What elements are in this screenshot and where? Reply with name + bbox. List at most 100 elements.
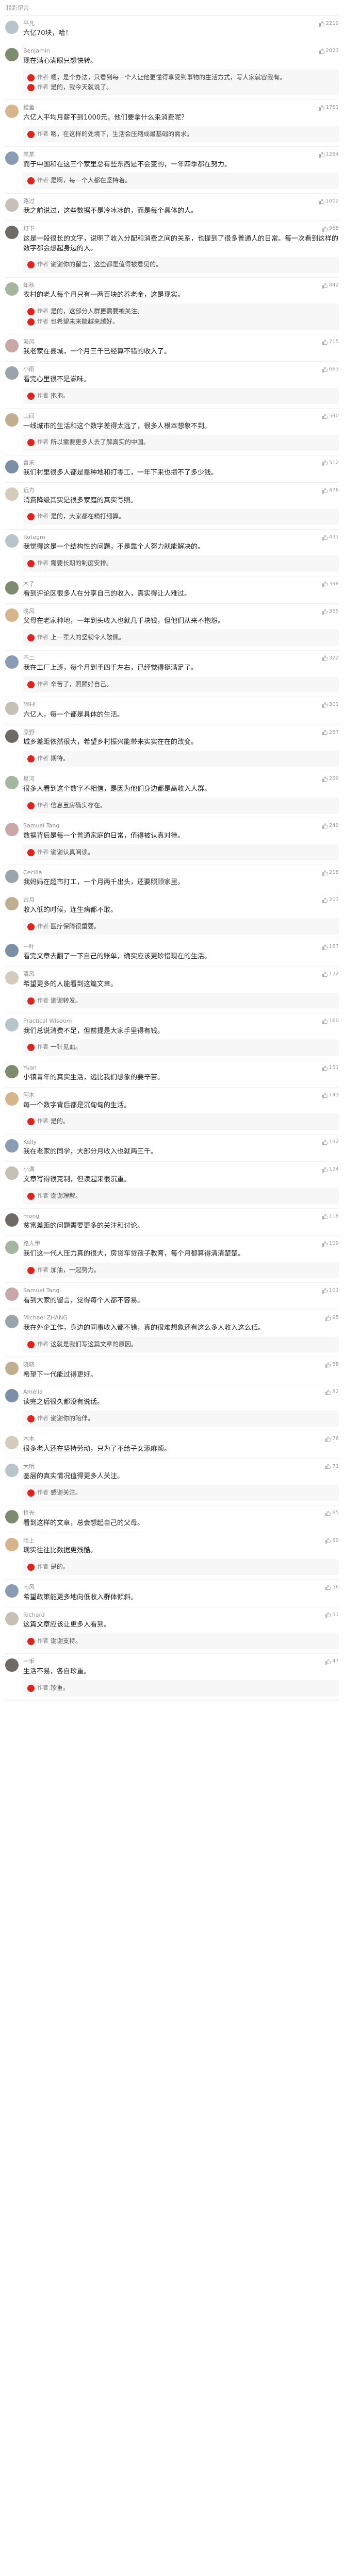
like-button[interactable]: 301 <box>322 701 339 709</box>
comment-username[interactable]: Richard <box>23 1612 45 1619</box>
user-avatar-icon[interactable] <box>5 971 19 985</box>
comment-username[interactable]: 一禾 <box>23 1658 35 1665</box>
reply-username[interactable]: 作者 <box>37 1414 48 1422</box>
user-avatar-icon[interactable] <box>5 413 19 427</box>
user-avatar-icon[interactable] <box>5 897 19 911</box>
like-button[interactable]: 398 <box>322 581 339 588</box>
comment-username[interactable]: 海风 <box>23 338 35 346</box>
user-avatar-icon[interactable] <box>5 1241 19 1255</box>
comment-username[interactable]: 知秋 <box>23 282 35 289</box>
comment-username[interactable]: Samuel Tang <box>23 1287 59 1294</box>
reply-username[interactable]: 作者 <box>37 559 48 567</box>
reply-username[interactable]: 作者 <box>37 754 48 762</box>
user-avatar-icon[interactable] <box>5 1213 19 1227</box>
like-button[interactable]: 663 <box>322 366 339 374</box>
user-avatar-icon[interactable] <box>5 581 19 595</box>
user-avatar-icon[interactable] <box>5 1510 19 1524</box>
comment-username[interactable]: 灯下 <box>23 225 35 232</box>
reply-username[interactable]: 作者 <box>37 1340 48 1348</box>
like-button[interactable]: 151 <box>322 1064 339 1072</box>
reply-username[interactable]: 作者 <box>37 83 48 91</box>
comment-username[interactable]: 古月 <box>23 896 35 904</box>
like-button[interactable]: 431 <box>322 534 339 541</box>
reply-username[interactable]: 作者 <box>37 633 48 641</box>
like-button[interactable]: 187 <box>322 943 339 951</box>
comment-username[interactable]: 小满 <box>23 1166 35 1173</box>
user-avatar-icon[interactable] <box>5 534 19 548</box>
like-button[interactable]: 143 <box>322 1092 339 1099</box>
comment-username[interactable]: 清风 <box>23 971 35 978</box>
user-avatar-icon[interactable] <box>5 702 19 716</box>
comment-username[interactable]: Benjamin <box>23 47 50 55</box>
like-button[interactable]: 76 <box>325 1435 339 1443</box>
user-avatar-icon[interactable] <box>5 608 19 622</box>
comment-username[interactable]: 阿木 <box>23 1092 35 1099</box>
like-button[interactable]: 322 <box>322 655 339 663</box>
like-button[interactable]: 124 <box>322 1166 339 1174</box>
reply-username[interactable]: 作者 <box>37 801 48 809</box>
comment-username[interactable]: Practical Wisdom <box>23 1018 72 1025</box>
comment-username[interactable]: 陌上 <box>23 1537 35 1545</box>
comment-username[interactable]: 某某 <box>23 151 35 158</box>
like-button[interactable]: 160 <box>322 1018 339 1025</box>
like-button[interactable]: 476 <box>322 487 339 495</box>
user-avatar-icon[interactable] <box>5 869 19 883</box>
user-avatar-icon[interactable] <box>5 1584 19 1598</box>
like-button[interactable]: 1002 <box>319 198 339 206</box>
user-avatar-icon[interactable] <box>5 1287 19 1301</box>
user-avatar-icon[interactable] <box>5 338 19 352</box>
like-button[interactable]: 47 <box>325 1658 339 1666</box>
user-avatar-icon[interactable] <box>5 1092 19 1106</box>
comment-username[interactable]: 一叶 <box>23 943 35 951</box>
user-avatar-icon[interactable] <box>5 1658 19 1672</box>
like-button[interactable]: 65 <box>325 1510 339 1517</box>
reply-username[interactable]: 作者 <box>37 1266 48 1274</box>
comment-username[interactable]: Samuel Tang <box>23 822 59 829</box>
comment-username[interactable]: MIHI <box>23 701 36 708</box>
reply-username[interactable]: 作者 <box>37 392 48 400</box>
comment-username[interactable]: 青禾 <box>23 460 35 467</box>
user-avatar-icon[interactable] <box>5 1139 19 1153</box>
like-button[interactable]: 590 <box>322 413 339 420</box>
user-avatar-icon[interactable] <box>5 366 19 380</box>
like-button[interactable]: 118 <box>322 1213 339 1221</box>
like-button[interactable]: 512 <box>322 460 339 467</box>
comment-username[interactable]: 路过 <box>23 198 35 205</box>
reply-username[interactable]: 作者 <box>37 1192 48 1200</box>
user-avatar-icon[interactable] <box>5 20 19 34</box>
like-button[interactable]: 218 <box>322 869 339 877</box>
reply-username[interactable]: 作者 <box>37 1637 48 1645</box>
like-button[interactable]: 2023 <box>319 47 339 55</box>
user-avatar-icon[interactable] <box>5 655 19 669</box>
comment-username[interactable]: 路人甲 <box>23 1240 40 1247</box>
reply-username[interactable]: 作者 <box>37 996 48 1005</box>
comment-username[interactable]: 鳕鱼 <box>23 104 35 111</box>
user-avatar-icon[interactable] <box>5 48 19 62</box>
user-avatar-icon[interactable] <box>5 1463 19 1477</box>
reply-username[interactable]: 作者 <box>37 260 48 268</box>
reply-username[interactable]: 作者 <box>37 680 48 688</box>
user-avatar-icon[interactable] <box>5 1018 19 1032</box>
reply-username[interactable]: 作者 <box>37 1684 48 1692</box>
reply-username[interactable]: 作者 <box>37 307 48 315</box>
comment-username[interactable]: 不二 <box>23 655 35 662</box>
like-button[interactable]: 109 <box>322 1240 339 1248</box>
user-avatar-icon[interactable] <box>5 1389 19 1403</box>
comment-username[interactable]: 南风 <box>23 1584 35 1591</box>
reply-username[interactable]: 作者 <box>37 922 48 930</box>
comment-username[interactable]: 拾光 <box>23 1510 35 1517</box>
comment-username[interactable]: 星河 <box>23 775 35 783</box>
user-avatar-icon[interactable] <box>5 1436 19 1450</box>
comment-username[interactable]: Rotegm <box>23 534 45 541</box>
user-avatar-icon[interactable] <box>5 823 19 837</box>
comment-username[interactable]: 晓晓 <box>23 1361 35 1368</box>
like-button[interactable]: 88 <box>325 1361 339 1369</box>
reply-username[interactable]: 作者 <box>37 1043 48 1051</box>
like-button[interactable]: 287 <box>322 729 339 737</box>
comment-username[interactable]: 山间 <box>23 413 35 420</box>
comment-username[interactable]: Kelly <box>23 1139 37 1146</box>
comment-username[interactable]: 大明 <box>23 1463 35 1470</box>
like-button[interactable]: 365 <box>322 608 339 616</box>
comment-username[interactable]: Michael ZHANG <box>23 1314 68 1321</box>
user-avatar-icon[interactable] <box>5 226 19 240</box>
